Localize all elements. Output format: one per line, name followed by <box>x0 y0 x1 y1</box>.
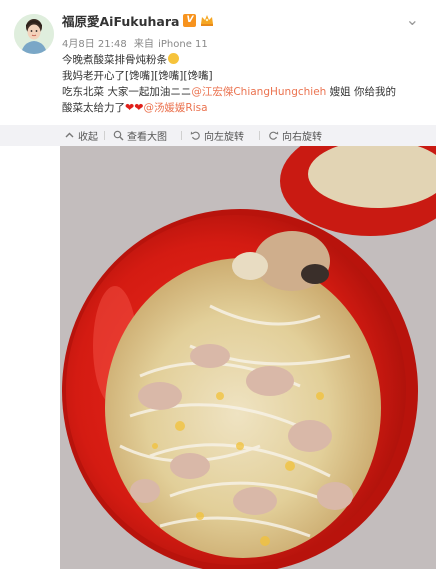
rotate-right-button[interactable]: 向右旋转 <box>268 128 322 143</box>
zoom-icon <box>113 130 124 141</box>
avatar[interactable] <box>14 14 54 54</box>
rotate-left-icon <box>190 131 200 140</box>
content-text-2: 我妈老开心了[馋嘴][馋嘴][馋嘴] <box>62 70 213 82</box>
toolbar-divider <box>181 131 182 140</box>
content-text-3: 吃东北菜 大家一起加油ニニ <box>62 86 192 98</box>
smile-emoji-icon <box>168 53 179 64</box>
post-photo[interactable] <box>60 146 436 569</box>
collapse-label: 收起 <box>78 132 98 143</box>
content-text-4: 酸菜太给力了 <box>62 102 125 114</box>
content-line-3: 吃东北菜 大家一起加油ニニ@江宏傑ChiangHungchieh 嫂姐 你给我的 <box>62 84 426 100</box>
content-line-2: 我妈老开心了[馋嘴][馋嘴][馋嘴] <box>62 68 426 84</box>
collapse-button[interactable]: 收起 <box>64 128 98 143</box>
toolbar-divider <box>259 131 260 140</box>
post-header: 福原愛AiFukuhara V ⌄ 4月8日 21:48 来自 iPhone 1… <box>0 0 436 128</box>
source-prefix: 来自 <box>133 39 154 50</box>
post-content: 今晚煮酸菜排骨炖粉条 我妈老开心了[馋嘴][馋嘴][馋嘴] 吃东北菜 大家一起加… <box>62 52 426 116</box>
content-line-1: 今晚煮酸菜排骨炖粉条 <box>62 52 426 68</box>
content-text-1: 今晚煮酸菜排骨炖粉条 <box>62 54 167 66</box>
name-row: 福原愛AiFukuhara V <box>62 11 214 30</box>
heart-icon: ❤❤ <box>125 101 144 114</box>
content-text-3b: 嫂姐 你给我的 <box>326 86 397 98</box>
post-source: iPhone 11 <box>158 39 208 50</box>
toolbar-divider <box>104 131 105 140</box>
crown-icon[interactable] <box>200 14 214 26</box>
mention-risa[interactable]: @汤媛媛Risa <box>143 102 207 114</box>
content-line-4: 酸菜太给力了❤❤@汤媛媛Risa <box>62 100 426 116</box>
food-photo-image <box>60 146 436 569</box>
image-toolbar: 收起 查看大图 向左旋转 向右旋转 <box>0 125 436 146</box>
rotate-left-label: 向左旋转 <box>204 132 244 143</box>
username-link[interactable]: 福原愛AiFukuhara <box>62 11 179 30</box>
view-large-button[interactable]: 查看大图 <box>113 128 167 143</box>
collapse-icon <box>65 132 74 138</box>
post-time[interactable]: 4月8日 21:48 <box>62 39 127 50</box>
more-icon[interactable]: ⌄ <box>406 10 419 29</box>
vip-icon[interactable]: V <box>183 13 197 27</box>
rotate-right-label: 向右旋转 <box>282 132 322 143</box>
mention-chiang[interactable]: @江宏傑ChiangHungchieh <box>191 86 326 98</box>
post-meta: 4月8日 21:48 来自 iPhone 11 <box>62 35 212 50</box>
rotate-right-icon <box>269 131 279 140</box>
avatar-image <box>14 14 54 54</box>
view-large-label: 查看大图 <box>127 132 167 143</box>
rotate-left-button[interactable]: 向左旋转 <box>190 128 244 143</box>
